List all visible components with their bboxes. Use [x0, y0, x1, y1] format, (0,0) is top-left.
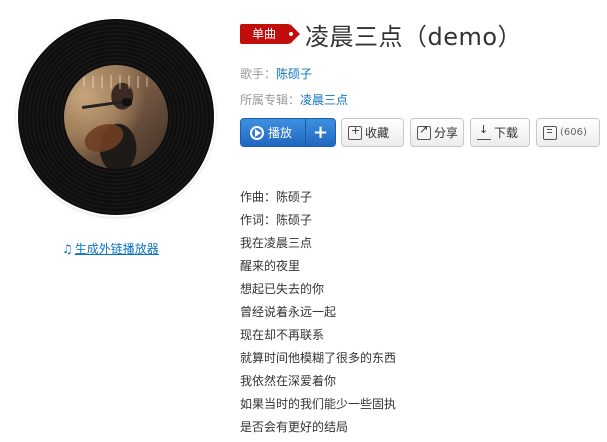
lyric-line: 是否会有更好的结局 — [240, 420, 349, 434]
album-row: 所属专辑：凌晨三点 — [240, 91, 348, 108]
favorite-add-icon — [348, 124, 362, 140]
external-player-link-label: 生成外链播放器 — [74, 242, 159, 256]
lyric-line: 作词：陈硕子 — [240, 213, 313, 227]
download-button[interactable]: 下载 — [470, 118, 530, 147]
favorite-button-label: 收藏 — [365, 126, 390, 140]
play-button-label: 播放 — [268, 126, 293, 140]
play-circle-icon — [250, 125, 264, 140]
plus-icon: + — [312, 122, 329, 143]
cover-guitar — [80, 118, 128, 158]
badge-dot — [289, 32, 294, 36]
album-cover-image — [64, 65, 168, 169]
album-record — [18, 19, 214, 215]
cover-mic-stand — [82, 99, 126, 110]
singer-row: 歌手：陈硕子 — [240, 65, 312, 82]
lyric-line: 如果当时的我们能少一些固执 — [240, 397, 397, 411]
comment-count: (606) — [560, 127, 587, 138]
share-icon — [417, 123, 431, 140]
album-label: 所属专辑： — [240, 93, 301, 107]
lyric-line: 作曲：陈硕子 — [240, 190, 313, 204]
lyric-line: 我在凌晨三点 — [240, 236, 313, 250]
play-button-group: 播放 + — [240, 118, 336, 147]
lyric-line: 醒来的夜里 — [240, 259, 301, 273]
comment-icon — [543, 125, 557, 140]
play-button[interactable]: 播放 — [241, 119, 307, 146]
song-title: 凌晨三点（demo） — [305, 23, 523, 51]
single-badge-label: 单曲 — [252, 27, 277, 41]
download-button-label: 下载 — [494, 126, 519, 140]
music-note-icon: ♫ — [62, 242, 73, 256]
lyric-line: 曾经说着永远一起 — [240, 305, 337, 319]
cover-stage-lights — [74, 75, 158, 89]
singer-link[interactable]: 陈硕子 — [276, 67, 312, 81]
add-to-playlist-button[interactable]: + — [305, 119, 335, 146]
singer-label: 歌手： — [240, 67, 277, 81]
lyrics-list: 作曲：陈硕子 作词：陈硕子 我在凌晨三点 醒来的夜里 想起已失去的你 曾经说着永… — [240, 189, 396, 442]
lyric-line: 想起已失去的你 — [240, 282, 325, 296]
share-button[interactable]: 分享 — [410, 118, 464, 147]
lyric-line: 就算时间他模糊了很多的东西 — [240, 351, 397, 365]
album-link[interactable]: 凌晨三点 — [300, 93, 348, 107]
external-player-link[interactable]: ♫ 生成外链播放器 — [62, 240, 159, 257]
lyric-line: 我依然在深爱着你 — [240, 374, 337, 388]
lyric-line: 现在却不再联系 — [240, 328, 325, 342]
single-badge: 单曲 — [240, 24, 301, 44]
download-icon — [477, 123, 491, 140]
share-button-label: 分享 — [434, 126, 459, 140]
favorite-button[interactable]: 收藏 — [341, 118, 404, 147]
comment-button[interactable]: (606) — [536, 118, 600, 147]
cover-mic — [122, 98, 132, 106]
